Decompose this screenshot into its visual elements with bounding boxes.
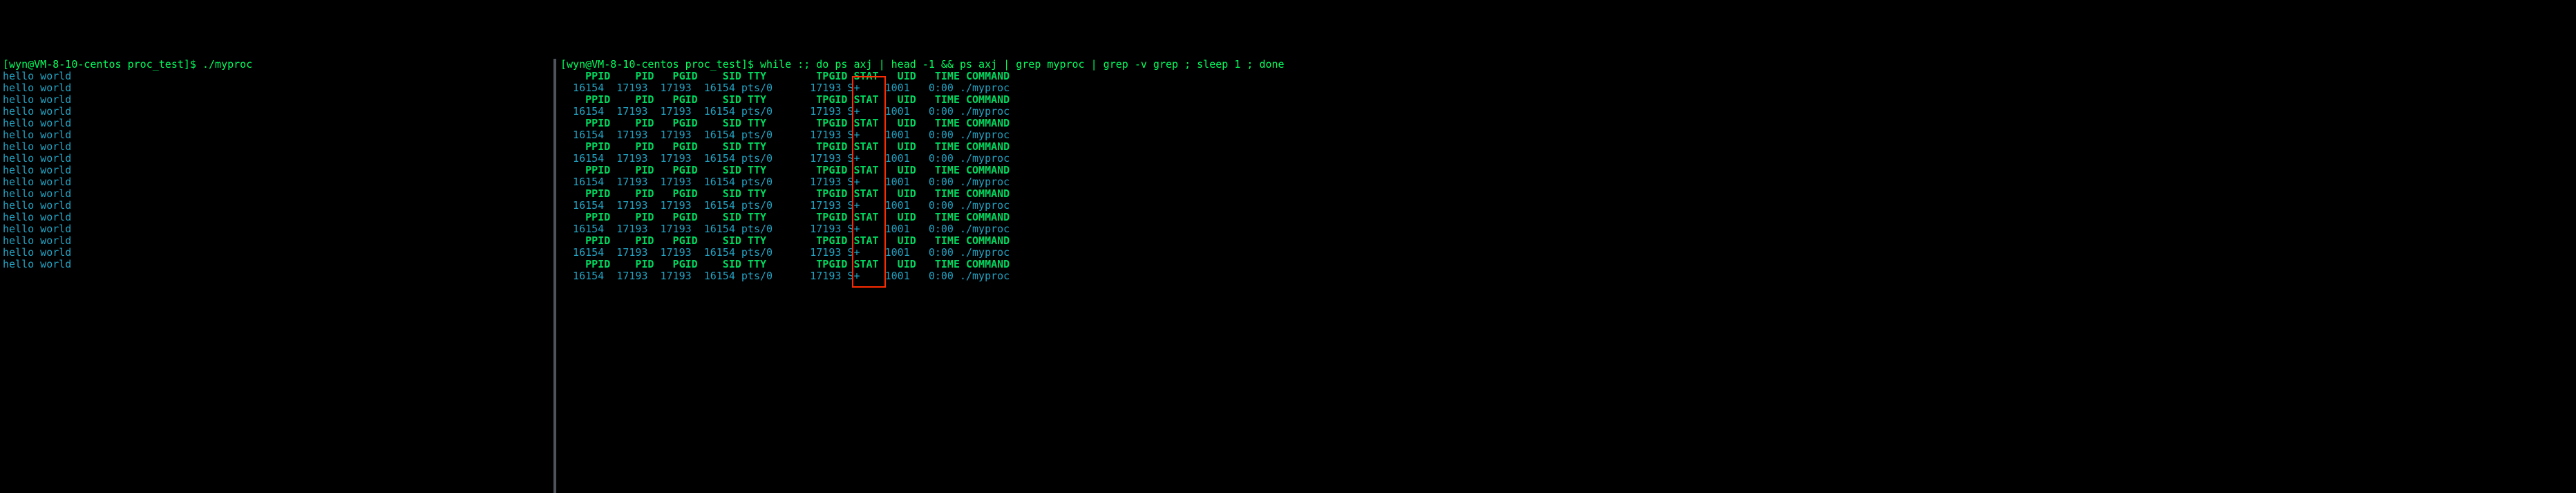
ps-data-row: 16154 17193 17193 16154 pts/0 17193 S+ 1…	[560, 152, 1010, 165]
left-output-line: hello world	[3, 234, 71, 247]
left-command: ./myproc	[202, 59, 252, 71]
left-output-line: hello world	[3, 105, 71, 118]
left-output-line: hello world	[3, 199, 71, 212]
left-output-line: hello world	[3, 70, 71, 82]
ps-header-row: PPID PID PGID SID TTY TPGID STAT UID TIM…	[560, 93, 1010, 106]
ps-header-row: PPID PID PGID SID TTY TPGID STAT UID TIM…	[560, 258, 1010, 270]
left-output-line: hello world	[3, 176, 71, 188]
ps-data-row: 16154 17193 17193 16154 pts/0 17193 S+ 1…	[560, 199, 1010, 212]
ps-header-row: PPID PID PGID SID TTY TPGID STAT UID TIM…	[560, 164, 1010, 176]
right-command: while :; do ps axj | head -1 && ps axj |…	[760, 59, 1285, 71]
left-output-line: hello world	[3, 117, 71, 129]
left-output-line: hello world	[3, 223, 71, 235]
right-terminal-pane[interactable]: [wyn@VM-8-10-centos proc_test]$ while :;…	[556, 59, 2576, 493]
ps-data-row: 16154 17193 17193 16154 pts/0 17193 S+ 1…	[560, 129, 1010, 141]
ps-header-row: PPID PID PGID SID TTY TPGID STAT UID TIM…	[560, 117, 1010, 129]
ps-data-row: 16154 17193 17193 16154 pts/0 17193 S+ 1…	[560, 176, 1010, 188]
left-output-line: hello world	[3, 152, 71, 165]
ps-data-row: 16154 17193 17193 16154 pts/0 17193 S+ 1…	[560, 223, 1010, 235]
ps-data-row: 16154 17193 17193 16154 pts/0 17193 S+ 1…	[560, 270, 1010, 282]
ps-header-row: PPID PID PGID SID TTY TPGID STAT UID TIM…	[560, 70, 1010, 82]
left-prompt: [wyn@VM-8-10-centos proc_test]$	[3, 59, 202, 71]
terminal-split-view: [wyn@VM-8-10-centos proc_test]$ ./myproc…	[0, 59, 2576, 493]
left-output-line: hello world	[3, 211, 71, 223]
left-output-line: hello world	[3, 246, 71, 259]
left-output-line: hello world	[3, 129, 71, 141]
ps-header-row: PPID PID PGID SID TTY TPGID STAT UID TIM…	[560, 140, 1010, 153]
ps-data-row: 16154 17193 17193 16154 pts/0 17193 S+ 1…	[560, 246, 1010, 259]
ps-data-row: 16154 17193 17193 16154 pts/0 17193 S+ 1…	[560, 105, 1010, 118]
left-output-line: hello world	[3, 164, 71, 176]
left-terminal-pane[interactable]: [wyn@VM-8-10-centos proc_test]$ ./myproc…	[0, 59, 553, 493]
left-output-line: hello world	[3, 258, 71, 270]
left-output-line: hello world	[3, 187, 71, 200]
left-output-line: hello world	[3, 93, 71, 106]
ps-data-row: 16154 17193 17193 16154 pts/0 17193 S+ 1…	[560, 82, 1010, 94]
ps-header-row: PPID PID PGID SID TTY TPGID STAT UID TIM…	[560, 211, 1010, 223]
ps-header-row: PPID PID PGID SID TTY TPGID STAT UID TIM…	[560, 187, 1010, 200]
left-output-line: hello world	[3, 82, 71, 94]
right-prompt: [wyn@VM-8-10-centos proc_test]$	[560, 59, 760, 71]
left-output-line: hello world	[3, 140, 71, 153]
ps-header-row: PPID PID PGID SID TTY TPGID STAT UID TIM…	[560, 234, 1010, 247]
